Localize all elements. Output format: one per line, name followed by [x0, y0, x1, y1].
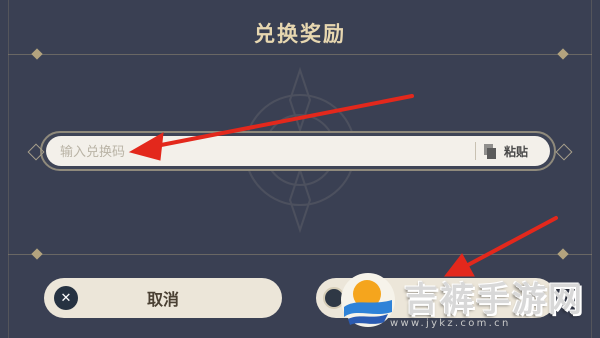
paste-button[interactable]: 粘贴	[484, 140, 528, 162]
title-divider	[8, 54, 592, 55]
paste-label: 粘贴	[504, 144, 529, 159]
cancel-button[interactable]: ✕ 取消	[44, 278, 282, 318]
divider-ornament-right-top	[557, 48, 569, 60]
divider-ornament-left-top	[31, 48, 43, 60]
paste-divider	[475, 142, 476, 160]
dialog-title: 兑换奖励	[254, 22, 346, 46]
watermark-logo	[341, 273, 395, 327]
watermark-url: www.jykz.com.cn	[390, 318, 511, 329]
input-ornament-right	[555, 143, 573, 161]
frame-left-border	[8, 0, 9, 338]
redeem-dialog: 兑换奖励 粘贴 ✕ 取消	[0, 0, 600, 338]
cancel-label: 取消	[146, 290, 179, 309]
divider-ornament-left-bottom	[31, 248, 43, 260]
paste-icon	[484, 143, 496, 159]
footer-divider	[8, 254, 592, 255]
watermark: 吉裤手游网 www.jykz.com.cn	[330, 268, 600, 338]
close-icon: ✕	[54, 286, 78, 310]
watermark-title: 吉裤手游网	[404, 280, 584, 320]
divider-ornament-right-bottom	[557, 248, 569, 260]
